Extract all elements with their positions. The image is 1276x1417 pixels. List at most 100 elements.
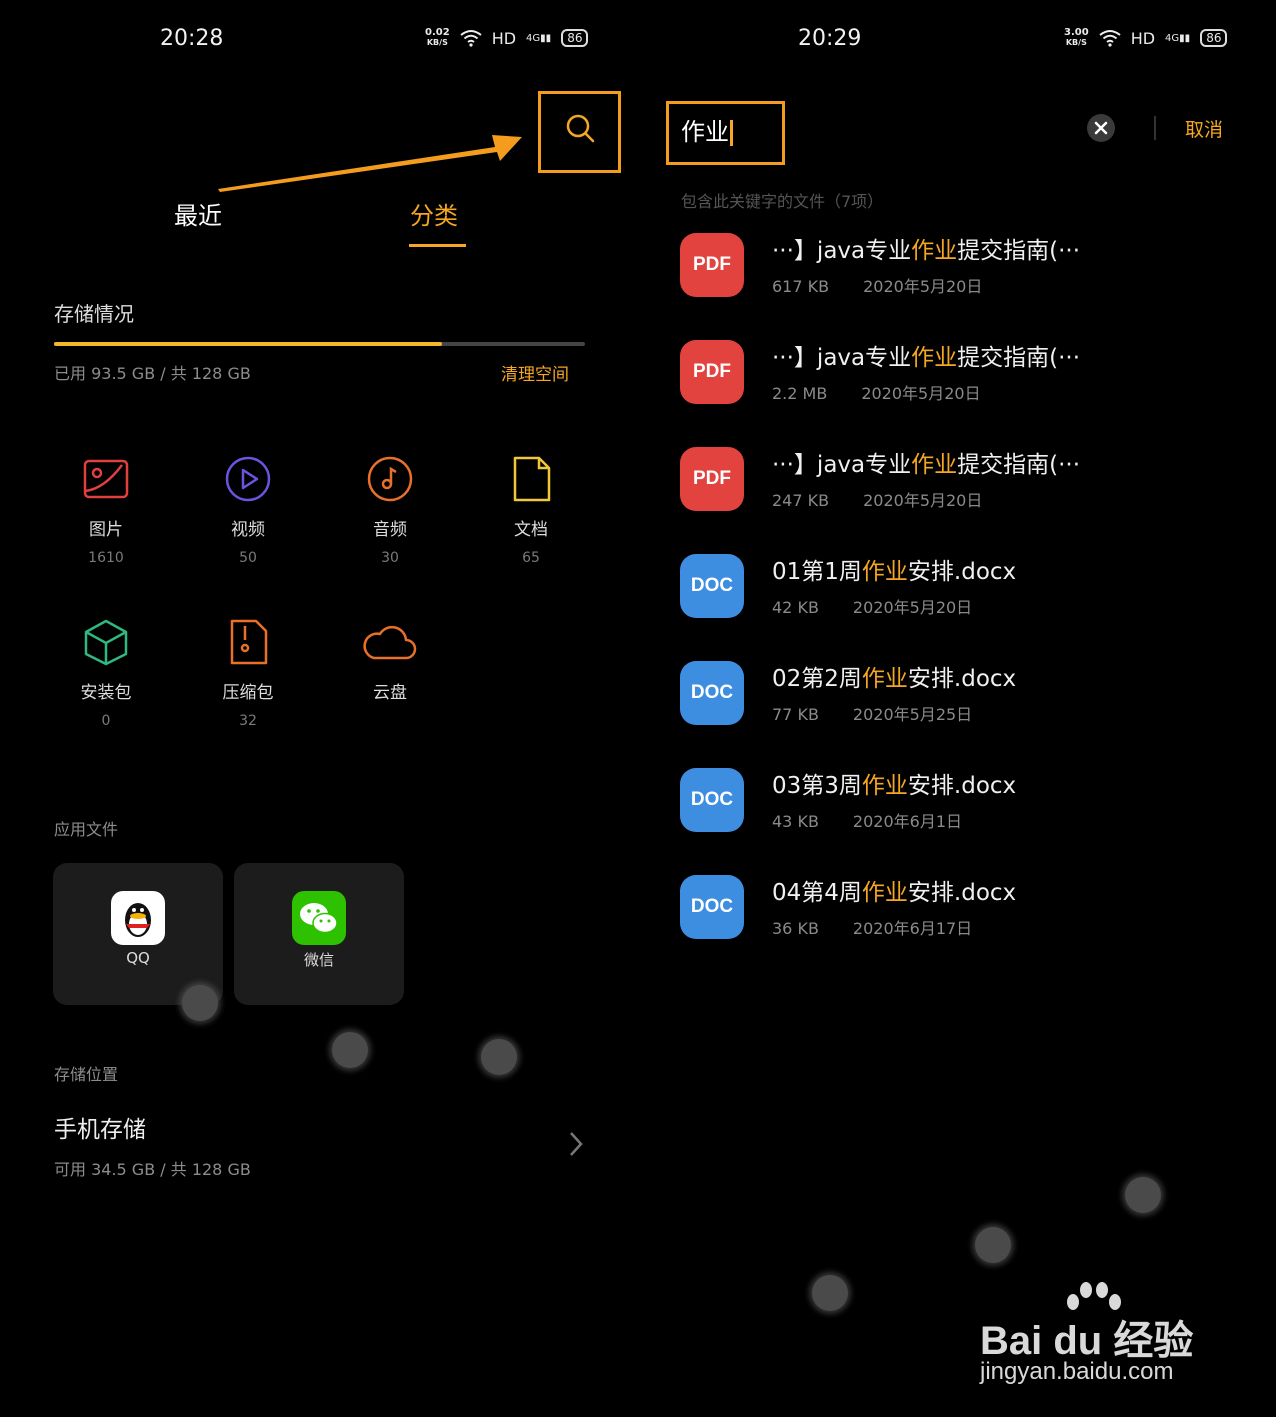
file-size: 36 KB: [772, 919, 819, 938]
signal-icon: 4G▮▮: [526, 32, 552, 44]
file-meta: 42 KB 2020年5月20日: [772, 594, 972, 618]
touch-indicator: [481, 1039, 517, 1075]
file-size: 43 KB: [772, 812, 819, 831]
status-bar-icons: 3.00 KB/S HD 4G▮▮ 86: [1064, 28, 1228, 48]
pdf-file-icon: PDF: [680, 233, 744, 297]
file-date: 2020年6月1日: [852, 812, 963, 831]
file-name: 03第3周作业安排.docx: [772, 773, 1017, 799]
file-date: 2020年5月20日: [863, 491, 983, 510]
hd-indicator: HD: [491, 28, 517, 48]
category-count: 1610: [88, 550, 124, 566]
category-label: 音频: [373, 520, 407, 540]
wechat-icon: [292, 891, 346, 945]
tab-underline: [409, 244, 466, 247]
category-packages[interactable]: 安装包 0: [51, 618, 161, 729]
touch-indicator: [812, 1275, 848, 1311]
storage-name: 手机存储: [54, 1117, 146, 1143]
file-meta: 617 KB 2020年5月20日: [772, 273, 982, 297]
app-card-qq[interactable]: QQ: [53, 863, 223, 1005]
file-row[interactable]: DOC 03第3周作业安排.docx 43 KB 2020年6月1日: [680, 768, 1240, 832]
file-meta: 43 KB 2020年6月1日: [772, 808, 962, 832]
document-icon: [513, 456, 551, 502]
category-cloud[interactable]: 云盘: [335, 618, 445, 703]
status-time: 20:29: [798, 26, 862, 51]
watermark-url: jingyan.baidu.com: [980, 1358, 1174, 1385]
package-icon: [84, 619, 128, 666]
doc-file-icon: DOC: [680, 875, 744, 939]
file-size: 617 KB: [772, 277, 830, 296]
phone-storage-item[interactable]: 手机存储 可用 34.5 GB / 共 128 GB: [54, 1110, 594, 1180]
file-row[interactable]: DOC 04第4周作业安排.docx 36 KB 2020年6月17日: [680, 875, 1240, 939]
category-documents[interactable]: 文档 65: [476, 455, 586, 566]
tab-category[interactable]: 分类: [410, 196, 458, 231]
file-size: 77 KB: [772, 705, 819, 724]
file-row[interactable]: DOC 01第1周作业安排.docx 42 KB 2020年5月20日: [680, 554, 1240, 618]
category-label: 图片: [89, 520, 123, 540]
battery-icon: 86: [1200, 29, 1228, 47]
app-label: 微信: [303, 951, 334, 969]
keyword-highlight: 作业: [861, 773, 908, 799]
category-images[interactable]: 图片 1610: [51, 455, 161, 566]
file-meta: 2.2 MB 2020年5月20日: [772, 380, 981, 404]
app-label: QQ: [126, 949, 150, 967]
cancel-button[interactable]: 取消: [1185, 115, 1223, 142]
file-row[interactable]: PDF ···】java专业作业提交指南(··· 617 KB 2020年5月20日: [680, 233, 1240, 297]
file-row[interactable]: PDF ···】java专业作业提交指南(··· 2.2 MB 2020年5月20日: [680, 340, 1240, 404]
cloud-icon: [363, 625, 417, 660]
keyword-highlight: 作业: [911, 238, 958, 264]
file-name: 02第2周作业安排.docx: [772, 666, 1017, 692]
app-card-wechat[interactable]: 微信: [234, 863, 404, 1005]
file-meta: 77 KB 2020年5月25日: [772, 701, 972, 725]
file-date: 2020年6月17日: [852, 919, 973, 938]
category-videos[interactable]: 视频 50: [193, 455, 303, 566]
touch-indicator: [975, 1227, 1011, 1263]
category-count: 65: [522, 550, 540, 566]
music-icon: [367, 456, 413, 502]
search-input[interactable]: 作业: [681, 112, 733, 147]
category-count: 0: [101, 713, 111, 729]
category-archives[interactable]: 压缩包 32: [193, 618, 303, 729]
search-icon[interactable]: [564, 112, 596, 144]
category-label: 文档: [514, 520, 548, 540]
tab-recent[interactable]: 最近: [174, 196, 222, 231]
file-name: 04第4周作业安排.docx: [772, 880, 1017, 906]
annotation-arrow: [218, 135, 522, 192]
file-name: ···】java专业作业提交指南(···: [772, 452, 1081, 478]
keyword-highlight: 作业: [911, 452, 958, 478]
file-date: 2020年5月20日: [863, 277, 983, 296]
file-date: 2020年5月20日: [861, 384, 981, 403]
chevron-right-icon: [570, 1132, 583, 1156]
file-size: 42 KB: [772, 598, 819, 617]
clean-space-button[interactable]: 清理空间: [501, 360, 569, 385]
file-meta: 36 KB 2020年6月17日: [772, 915, 972, 939]
file-size: 2.2 MB: [772, 384, 828, 403]
file-row[interactable]: DOC 02第2周作业安排.docx 77 KB 2020年5月25日: [680, 661, 1240, 725]
file-row[interactable]: PDF ···】java专业作业提交指南(··· 247 KB 2020年5月20日: [680, 447, 1240, 511]
doc-file-icon: DOC: [680, 768, 744, 832]
archive-icon: [230, 619, 268, 665]
touch-indicator: [1125, 1177, 1161, 1213]
category-audio[interactable]: 音频 30: [335, 455, 445, 566]
doc-file-icon: DOC: [680, 661, 744, 725]
video-icon: [225, 456, 271, 502]
pdf-file-icon: PDF: [680, 447, 744, 511]
category-label: 安装包: [80, 683, 132, 703]
touch-indicator: [182, 985, 218, 1021]
keyword-highlight: 作业: [911, 345, 958, 371]
signal-icon: 4G▮▮: [1165, 32, 1191, 44]
storage-location-title: 存储位置: [54, 1065, 119, 1084]
storage-title: 存储情况: [54, 302, 134, 326]
keyword-highlight: 作业: [861, 666, 908, 692]
status-bar-icons: 0.02 KB/S HD 4G▮▮ 86: [425, 28, 589, 48]
file-meta: 247 KB 2020年5月20日: [772, 487, 982, 511]
file-name: ···】java专业作业提交指南(···: [772, 238, 1081, 264]
clear-search-button[interactable]: [1087, 114, 1115, 142]
battery-icon: 86: [561, 29, 589, 47]
close-icon: [1094, 121, 1108, 135]
doc-file-icon: DOC: [680, 554, 744, 618]
keyword-highlight: 作业: [861, 880, 908, 906]
category-label: 视频: [231, 520, 265, 540]
touch-indicator: [332, 1032, 368, 1068]
status-time: 20:28: [160, 26, 224, 51]
file-size: 247 KB: [772, 491, 830, 510]
